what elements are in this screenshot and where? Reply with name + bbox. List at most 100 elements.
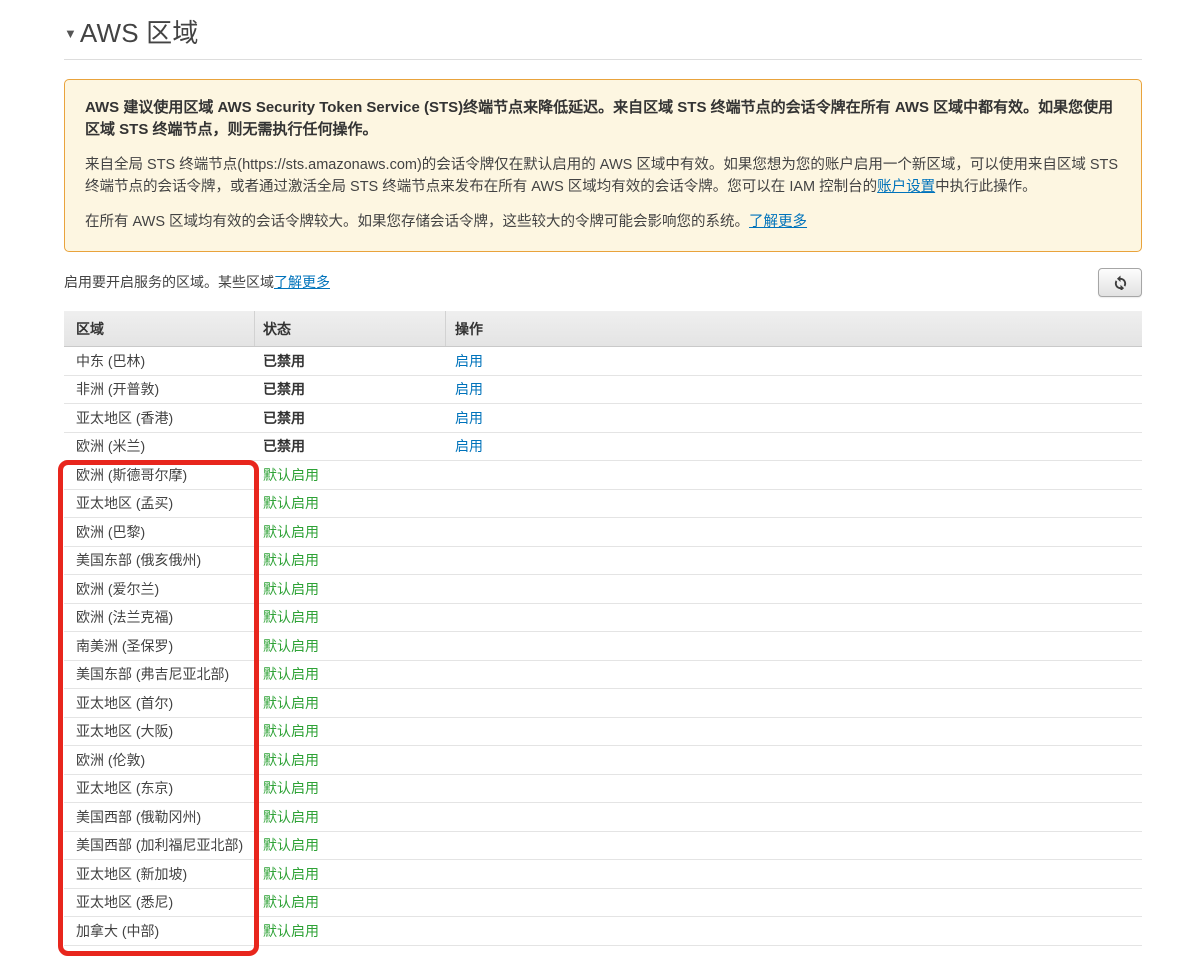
region-name-cell: 南美洲 (圣保罗) bbox=[76, 637, 174, 654]
region-name-cell: 亚太地区 (大阪) bbox=[76, 723, 174, 740]
status-badge: 默认启用 bbox=[263, 637, 319, 654]
notice-p2-text-after: 中执行此操作。 bbox=[935, 179, 1037, 195]
notice-bold-text: AWS 建议使用区域 AWS Security Token Service (S… bbox=[85, 99, 1114, 138]
region-name-cell: 欧洲 (巴黎) bbox=[76, 523, 146, 540]
table-description: 启用要开启服务的区域。某些区域了解更多 bbox=[64, 272, 330, 292]
account-settings-link[interactable]: 账户设置 bbox=[877, 179, 935, 195]
region-name-cell: 中东 (巴林) bbox=[76, 352, 146, 369]
table-row: 欧洲 (爱尔兰) 默认启用 bbox=[64, 575, 1142, 604]
collapse-caret-icon[interactable]: ▼ bbox=[64, 26, 77, 41]
status-badge: 默认启用 bbox=[263, 837, 319, 854]
table-body: 中东 (巴林) 已禁用 启用 非洲 (开普敦) 已禁用 启用 亚太地区 (香港)… bbox=[64, 347, 1142, 946]
status-badge: 默认启用 bbox=[263, 523, 319, 540]
table-toolbar: 启用要开启服务的区域。某些区域了解更多 bbox=[64, 266, 1142, 298]
page-title: AWS 区域 bbox=[79, 18, 199, 48]
status-cell: 默认启用 bbox=[255, 921, 446, 941]
region-name-cell: 亚太地区 (东京) bbox=[76, 780, 174, 797]
table-row: 亚太地区 (大阪) 默认启用 bbox=[64, 717, 1142, 746]
enable-region-link[interactable]: 启用 bbox=[455, 410, 483, 426]
status-badge: 已禁用 bbox=[263, 381, 305, 398]
table-row: 加拿大 (中部) 默认启用 bbox=[64, 917, 1142, 946]
column-header-status: 状态 bbox=[255, 311, 446, 346]
status-cell: 已禁用 bbox=[255, 408, 446, 428]
region-name-cell: 美国东部 (弗吉尼亚北部) bbox=[76, 666, 230, 683]
action-cell: 启用 bbox=[446, 408, 1142, 428]
status-cell: 默认启用 bbox=[255, 465, 446, 485]
region-name-cell: 欧洲 (米兰) bbox=[76, 438, 146, 455]
status-badge: 已禁用 bbox=[263, 438, 305, 455]
status-badge: 默认启用 bbox=[263, 751, 319, 768]
regions-table: 区域 状态 操作 中东 (巴林) 已禁用 启用 非洲 (开普敦) 已禁用 启用 … bbox=[58, 311, 1142, 956]
status-badge: 默认启用 bbox=[263, 922, 319, 939]
enable-region-link[interactable]: 启用 bbox=[455, 438, 483, 454]
refresh-button[interactable] bbox=[1098, 267, 1142, 297]
region-name-cell: 欧洲 (斯德哥尔摩) bbox=[76, 466, 188, 483]
region-name-cell: 欧洲 (法兰克福) bbox=[76, 609, 174, 626]
sts-notice-box: AWS 建议使用区域 AWS Security Token Service (S… bbox=[64, 79, 1142, 252]
table-header-row: 区域 状态 操作 bbox=[64, 311, 1142, 347]
status-badge: 默认启用 bbox=[263, 865, 319, 882]
learn-more-link-toolbar[interactable]: 了解更多 bbox=[274, 274, 330, 290]
region-name-cell: 亚太地区 (香港) bbox=[76, 409, 174, 426]
status-badge: 默认启用 bbox=[263, 808, 319, 825]
table-row: 美国东部 (弗吉尼亚北部) 默认启用 bbox=[64, 660, 1142, 689]
status-cell: 已禁用 bbox=[255, 436, 446, 456]
status-badge: 已禁用 bbox=[263, 409, 305, 426]
notice-paragraph-3: 在所有 AWS 区域均有效的会话令牌较大。如果您存储会话令牌，这些较大的令牌可能… bbox=[85, 211, 1121, 233]
table-row: 亚太地区 (新加坡) 默认启用 bbox=[64, 860, 1142, 889]
region-name-cell: 美国西部 (俄勒冈州) bbox=[76, 808, 202, 825]
status-cell: 默认启用 bbox=[255, 522, 446, 542]
status-cell: 默认启用 bbox=[255, 864, 446, 884]
status-badge: 已禁用 bbox=[263, 352, 305, 369]
region-name-cell: 亚太地区 (首尔) bbox=[76, 694, 174, 711]
table-row: 欧洲 (斯德哥尔摩) 默认启用 bbox=[64, 461, 1142, 490]
status-cell: 默认启用 bbox=[255, 807, 446, 827]
section-header: ▼ AWS 区域 bbox=[64, 0, 1142, 60]
status-cell: 默认启用 bbox=[255, 579, 446, 599]
status-cell: 已禁用 bbox=[255, 379, 446, 399]
status-cell: 默认启用 bbox=[255, 607, 446, 627]
status-cell: 默认启用 bbox=[255, 693, 446, 713]
status-badge: 默认启用 bbox=[263, 780, 319, 797]
status-badge: 默认启用 bbox=[263, 694, 319, 711]
status-badge: 默认启用 bbox=[263, 666, 319, 683]
status-cell: 默认启用 bbox=[255, 835, 446, 855]
column-header-action: 操作 bbox=[455, 320, 483, 337]
table-row: 亚太地区 (首尔) 默认启用 bbox=[64, 689, 1142, 718]
table-row: 欧洲 (法兰克福) 默认启用 bbox=[64, 603, 1142, 632]
table-row: 美国西部 (加利福尼亚北部) 默认启用 bbox=[64, 831, 1142, 860]
table-row: 欧洲 (伦敦) 默认启用 bbox=[64, 746, 1142, 775]
region-name-cell: 亚太地区 (悉尼) bbox=[76, 894, 174, 911]
table-row: 亚太地区 (香港) 已禁用 启用 bbox=[64, 404, 1142, 433]
table-row: 欧洲 (米兰) 已禁用 启用 bbox=[64, 432, 1142, 461]
enable-region-link[interactable]: 启用 bbox=[455, 353, 483, 369]
status-badge: 默认启用 bbox=[263, 552, 319, 569]
status-badge: 默认启用 bbox=[263, 580, 319, 597]
status-cell: 默认启用 bbox=[255, 778, 446, 798]
table-row: 南美洲 (圣保罗) 默认启用 bbox=[64, 632, 1142, 661]
aws-regions-panel: ▼ AWS 区域 AWS 建议使用区域 AWS Security Token S… bbox=[58, 0, 1142, 956]
table-row: 非洲 (开普敦) 已禁用 启用 bbox=[64, 375, 1142, 404]
status-badge: 默认启用 bbox=[263, 894, 319, 911]
notice-paragraph-2: 来自全局 STS 终端节点(https://sts.amazonaws.com)… bbox=[85, 154, 1121, 198]
action-cell: 启用 bbox=[446, 351, 1142, 371]
enable-region-link[interactable]: 启用 bbox=[455, 381, 483, 397]
status-badge: 默认启用 bbox=[263, 609, 319, 626]
table-row: 美国东部 (俄亥俄州) 默认启用 bbox=[64, 546, 1142, 575]
status-badge: 默认启用 bbox=[263, 723, 319, 740]
status-cell: 默认启用 bbox=[255, 892, 446, 912]
status-cell: 默认启用 bbox=[255, 636, 446, 656]
status-cell: 默认启用 bbox=[255, 721, 446, 741]
region-name-cell: 亚太地区 (孟买) bbox=[76, 495, 174, 512]
table-row: 中东 (巴林) 已禁用 启用 bbox=[64, 347, 1142, 376]
region-name-cell: 非洲 (开普敦) bbox=[76, 381, 160, 398]
status-cell: 默认启用 bbox=[255, 664, 446, 684]
table-description-text: 启用要开启服务的区域。某些区域 bbox=[64, 274, 274, 290]
status-cell: 默认启用 bbox=[255, 493, 446, 513]
status-badge: 默认启用 bbox=[263, 466, 319, 483]
status-cell: 默认启用 bbox=[255, 550, 446, 570]
table-row: 亚太地区 (东京) 默认启用 bbox=[64, 774, 1142, 803]
region-name-cell: 美国西部 (加利福尼亚北部) bbox=[76, 837, 244, 854]
learn-more-link-notice[interactable]: 了解更多 bbox=[749, 214, 807, 230]
notice-p3-text: 在所有 AWS 区域均有效的会话令牌较大。如果您存储会话令牌，这些较大的令牌可能… bbox=[85, 214, 750, 230]
